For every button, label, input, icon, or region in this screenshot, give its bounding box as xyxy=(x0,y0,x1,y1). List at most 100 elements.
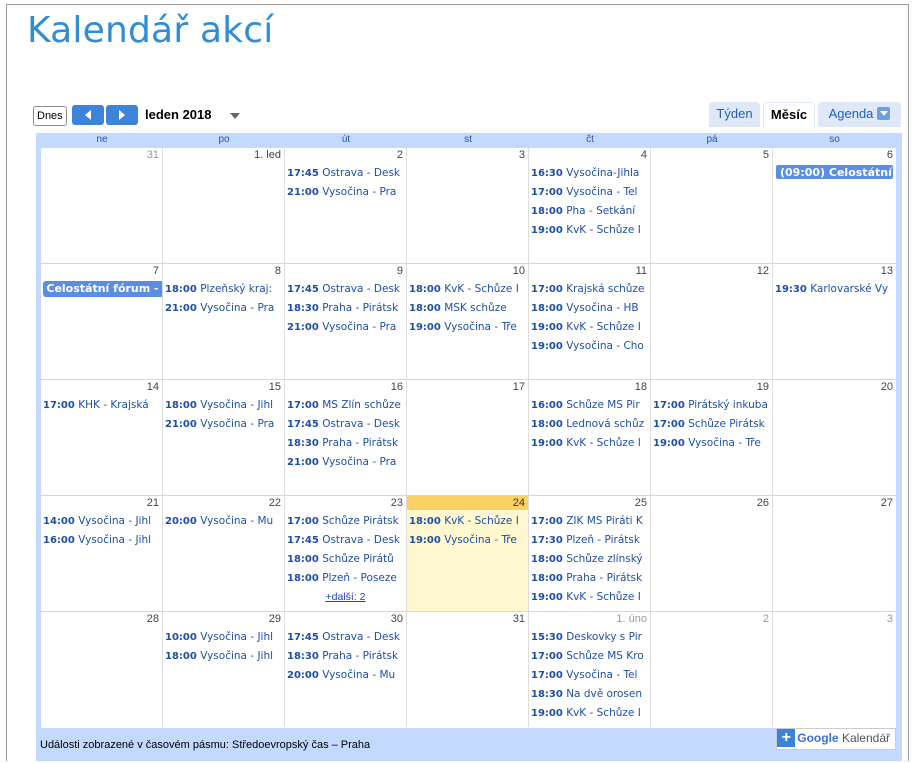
day-number[interactable]: 20 xyxy=(773,380,896,394)
calendar-event[interactable]: 17:45 Ostrava - Desk xyxy=(285,415,406,434)
calendar-event[interactable]: 18:00 Praha - Pirátsk xyxy=(529,569,650,588)
day-number[interactable]: 27 xyxy=(773,496,896,510)
day-cell[interactable]: 17 xyxy=(407,379,529,495)
calendar-event[interactable]: 18:30 Praha - Pirátsk xyxy=(285,299,406,318)
calendar-event[interactable]: 17:45 Ostrava - Desk xyxy=(285,531,406,550)
calendar-event[interactable]: 21:00 Vysočina - Pra xyxy=(163,415,284,434)
all-day-event[interactable]: Celostátní fórum - xyxy=(43,281,162,297)
calendar-event[interactable]: 17:00 Schůze Pirátsk xyxy=(285,512,406,531)
day-number[interactable]: 7 xyxy=(41,264,162,278)
calendar-event[interactable]: 14:00 Vysočina - Jihl xyxy=(41,512,162,531)
day-number[interactable]: 15 xyxy=(163,380,284,394)
calendar-event[interactable]: 21:00 Vysočina - Pra xyxy=(163,299,284,318)
today-button[interactable]: Dnes xyxy=(33,106,67,126)
day-cell[interactable]: 8 18:00 Plzeňský kraj: 21:00 Vysočina - Pr… xyxy=(163,263,285,379)
calendar-event[interactable]: 17:45 Ostrava - Desk xyxy=(285,164,406,183)
google-calendar-badge[interactable]: + Google Kalendář xyxy=(776,728,896,750)
day-number[interactable]: 18 xyxy=(529,380,650,394)
calendar-event[interactable]: 18:00 Plzeňský kraj: xyxy=(163,280,284,299)
day-number[interactable]: 26 xyxy=(651,496,772,510)
calendar-event[interactable]: 17:00 Schůze Pirátsk xyxy=(651,415,772,434)
day-cell[interactable]: 9 17:45 Ostrava - Desk 18:30 Praha - Pirát… xyxy=(285,263,407,379)
day-number[interactable]: 1. úno xyxy=(529,612,650,626)
day-cell[interactable]: 1. led xyxy=(163,147,285,263)
calendar-event[interactable]: 18:00 Schůze Pirátů xyxy=(285,550,406,569)
day-number[interactable]: 2 xyxy=(651,612,772,626)
tab-month[interactable]: Měsíc xyxy=(763,102,815,127)
calendar-event[interactable]: 17:00 Schůze MS Kro xyxy=(529,647,650,666)
calendar-event[interactable]: 21:00 Vysočina - Pra xyxy=(285,453,406,472)
calendar-event[interactable]: 18:00 Pha - Setkání xyxy=(529,202,650,221)
calendar-event[interactable]: 17:00 KHK - Krajská xyxy=(41,396,162,415)
day-number[interactable]: 23 xyxy=(285,496,406,510)
day-number[interactable]: 21 xyxy=(41,496,162,510)
calendar-event[interactable]: 10:00 Vysočina - Jihl xyxy=(163,628,284,647)
day-number[interactable]: 25 xyxy=(529,496,650,510)
day-number[interactable]: 8 xyxy=(163,264,284,278)
calendar-event[interactable]: 19:00 Vysočina - Tře xyxy=(407,531,528,550)
day-cell[interactable]: 20 xyxy=(773,379,896,495)
day-cell[interactable]: 26 xyxy=(651,495,773,611)
day-cell[interactable]: 21 14:00 Vysočina - Jihl 16:00 Vysočina - … xyxy=(41,495,163,611)
day-cell[interactable]: 31 xyxy=(407,611,529,727)
day-number[interactable]: 31 xyxy=(41,148,162,162)
day-cell[interactable]: 31 xyxy=(41,147,163,263)
calendar-event[interactable]: 17:00 MS Zlín schůze xyxy=(285,396,406,415)
day-cell[interactable]: 22 20:00 Vysočina - Mu xyxy=(163,495,285,611)
calendar-event[interactable]: 18:30 Praha - Pirátsk xyxy=(285,434,406,453)
day-number[interactable]: 24 xyxy=(407,496,528,510)
day-number[interactable]: 31 xyxy=(407,612,528,626)
day-number[interactable]: 3 xyxy=(407,148,528,162)
day-number[interactable]: 13 xyxy=(773,264,896,278)
day-cell[interactable]: 16 17:00 MS Zlín schůze 17:45 Ostrava - De… xyxy=(285,379,407,495)
calendar-event[interactable]: 17:00 ZIK MS Piráti K xyxy=(529,512,650,531)
calendar-event[interactable]: 18:00 Lednová schůz xyxy=(529,415,650,434)
day-cell[interactable]: 4 16:30 Vysočina-Jihla 17:00 Vysočina - Te… xyxy=(529,147,651,263)
dropdown-icon[interactable] xyxy=(877,107,891,121)
day-number[interactable]: 19 xyxy=(651,380,772,394)
calendar-event[interactable]: 18:30 Praha - Pirátsk xyxy=(285,647,406,666)
day-number[interactable]: 29 xyxy=(163,612,284,626)
calendar-event[interactable]: 21:00 Vysočina - Pra xyxy=(285,318,406,337)
day-number[interactable]: 22 xyxy=(163,496,284,510)
day-number[interactable]: 16 xyxy=(285,380,406,394)
day-number[interactable]: 14 xyxy=(41,380,162,394)
more-events-link[interactable]: +další: 2 xyxy=(285,588,406,606)
day-cell[interactable]: 2 17:45 Ostrava - Desk 21:00 Vysočina - Pr… xyxy=(285,147,407,263)
day-number[interactable]: 6 xyxy=(773,148,896,162)
day-number[interactable]: 2 xyxy=(285,148,406,162)
prev-month-button[interactable] xyxy=(72,105,104,125)
calendar-event[interactable]: 19:00 Vysočina - Tře xyxy=(651,434,772,453)
calendar-event[interactable]: 20:00 Vysočina - Mu xyxy=(285,666,406,685)
day-number[interactable]: 5 xyxy=(651,148,772,162)
calendar-event[interactable]: 19:30 Karlovarské Vy xyxy=(773,280,896,299)
day-number[interactable]: 9 xyxy=(285,264,406,278)
calendar-event[interactable]: 18:00 KvK - Schůze I xyxy=(407,512,528,531)
day-number[interactable]: 3 xyxy=(773,612,896,626)
day-number[interactable]: 12 xyxy=(651,264,772,278)
calendar-event[interactable]: 20:00 Vysočina - Mu xyxy=(163,512,284,531)
day-cell[interactable]: 1. úno 15:30 Deskovky s Pir 17:00 Schůze M… xyxy=(529,611,651,727)
calendar-event[interactable]: 18:00 Schůze zlínský xyxy=(529,550,650,569)
tab-week[interactable]: Týden xyxy=(709,102,760,127)
day-cell[interactable]: 29 10:00 Vysočina - Jihl 18:00 Vysočina - … xyxy=(163,611,285,727)
day-cell-today[interactable]: 24 18:00 KvK - Schůze I 19:00 Vysočina - T… xyxy=(407,495,529,611)
month-label[interactable]: leden 2018 xyxy=(145,107,212,122)
tab-agenda[interactable]: Agenda xyxy=(818,102,901,127)
next-month-button[interactable] xyxy=(106,105,138,125)
calendar-event[interactable]: 17:00 Pirátský inkuba xyxy=(651,396,772,415)
all-day-event[interactable]: (09:00) Celostátní xyxy=(775,164,894,180)
calendar-event[interactable]: 18:00 Plzeň - Poseze xyxy=(285,569,406,588)
day-cell[interactable]: 27 xyxy=(773,495,896,611)
day-number[interactable]: 17 xyxy=(407,380,528,394)
calendar-event[interactable]: 16:00 Vysočina - Jihl xyxy=(41,531,162,550)
calendar-event[interactable]: 19:00 Vysočina - Tře xyxy=(407,318,528,337)
chevron-down-icon[interactable] xyxy=(230,113,240,119)
day-cell[interactable]: 7 Celostátní fórum - xyxy=(41,263,163,379)
calendar-event[interactable]: 19:00 KvK - Schůze I xyxy=(529,221,650,240)
day-cell[interactable]: 6 (09:00) Celostátní xyxy=(773,147,896,263)
day-number[interactable]: 1. led xyxy=(163,148,284,162)
day-cell[interactable]: 19 17:00 Pirátský inkuba 17:00 Schůze Pirá… xyxy=(651,379,773,495)
calendar-event[interactable]: 19:00 KvK - Schůze I xyxy=(529,704,650,723)
day-cell[interactable]: 23 17:00 Schůze Pirátsk 17:45 Ostrava - De… xyxy=(285,495,407,611)
